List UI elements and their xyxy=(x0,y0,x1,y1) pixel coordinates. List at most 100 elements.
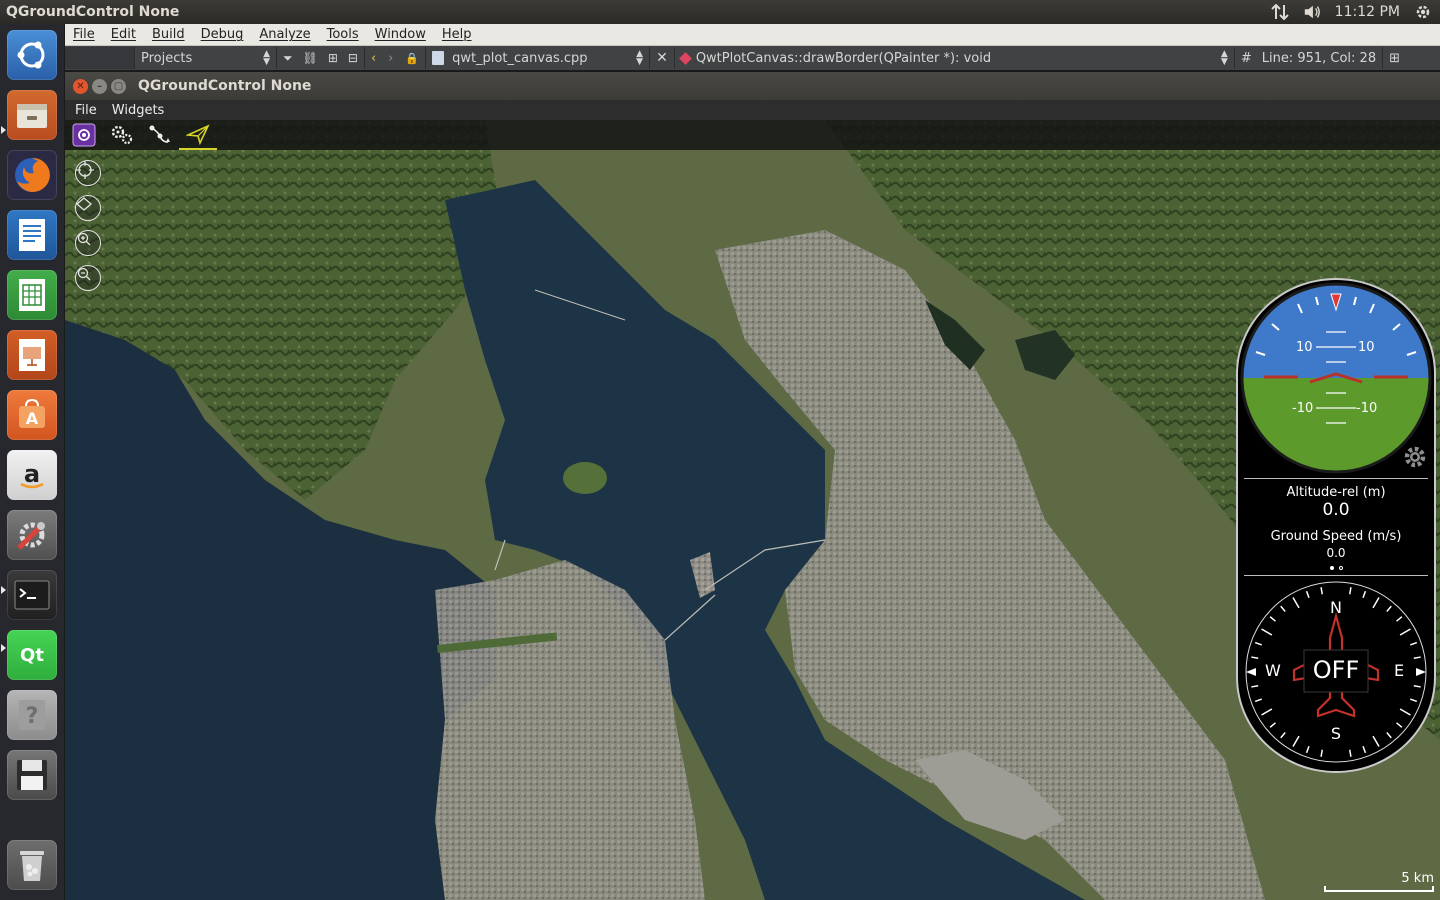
projects-label: Projects xyxy=(141,50,193,66)
lock-icon: 🔒 xyxy=(405,51,420,65)
ubuntu-top-panel: QGroundControl None 11:12 PM xyxy=(0,0,1440,24)
qgc-logo-icon[interactable] xyxy=(65,120,103,150)
current-function: QwtPlotCanvas::drawBorder(QPainter *): v… xyxy=(695,50,992,66)
cpp-file-icon xyxy=(432,51,445,65)
qgc-main-toolbar xyxy=(65,120,1440,150)
pitch-label-down-right: -10 xyxy=(1356,401,1378,416)
function-diamond-icon xyxy=(678,51,692,65)
hash-symbol: # xyxy=(1240,50,1252,66)
function-dropdown[interactable]: QwtPlotCanvas::drawBorder(QPainter *): v… xyxy=(675,47,1235,69)
pitch-label-up-left: 10 xyxy=(1296,340,1313,355)
compass-south: S xyxy=(1330,724,1342,743)
page-dot[interactable] xyxy=(1338,566,1343,570)
compass-north: N xyxy=(1330,598,1342,617)
save-disk-icon[interactable] xyxy=(7,750,57,800)
close-sidebar-icon[interactable]: ⊟ xyxy=(348,51,358,65)
qgc-menu-widgets[interactable]: Widgets xyxy=(102,103,170,118)
qtc-menu-analyze[interactable]: Analyze xyxy=(251,27,318,42)
page-dots[interactable] xyxy=(1238,566,1434,570)
map-scale-bar: 5 km xyxy=(1324,871,1434,892)
center-map-icon[interactable] xyxy=(75,160,101,186)
volume-icon[interactable] xyxy=(1303,3,1321,21)
ubuntu-dash-icon[interactable] xyxy=(7,30,57,80)
qtc-menu-debug[interactable]: Debug xyxy=(193,27,252,42)
amazon-icon[interactable]: a xyxy=(7,450,57,500)
updown-arrows-icon: ▲ ▼ xyxy=(263,49,270,67)
satellite-map[interactable]: 5 km xyxy=(65,120,1440,900)
plan-route-icon[interactable] xyxy=(141,120,179,150)
qtc-menu-tools[interactable]: Tools xyxy=(319,27,367,42)
line-col-label: Line: 951, Col: 28 xyxy=(1261,50,1377,66)
zoom-out-icon[interactable] xyxy=(75,265,101,291)
software-center-icon[interactable]: A xyxy=(7,390,57,440)
qt-creator-icon[interactable]: Qt xyxy=(7,630,57,680)
forward-arrow-icon[interactable]: › xyxy=(388,51,393,66)
map-layers-icon[interactable] xyxy=(75,195,101,221)
help-icon[interactable]: ? xyxy=(7,690,57,740)
impress-icon[interactable] xyxy=(7,330,57,380)
split-icon[interactable]: ⊞ xyxy=(328,51,338,65)
close-window-icon[interactable]: ✕ xyxy=(73,78,88,94)
heading-status: OFF xyxy=(1312,656,1360,684)
split-editor-icon[interactable]: ⊞ xyxy=(1383,47,1406,69)
qtcreator-menubar: File Edit Build Debug Analyze Tools Wind… xyxy=(65,24,1440,46)
open-file-dropdown[interactable]: qwt_plot_canvas.cpp ▲ ▼ xyxy=(426,47,651,69)
fly-send-icon[interactable] xyxy=(179,120,217,150)
svg-text:Qt: Qt xyxy=(20,645,44,666)
qtcreator-editor-toolbar: Projects ▲ ▼ ⏷ ⛓ ⊞ ⊟ ‹ › 🔒 qwt_plot_canva… xyxy=(65,46,1440,70)
map-imagery xyxy=(65,120,1440,900)
pitch-label-up-right: 10 xyxy=(1358,340,1375,355)
system-settings-icon[interactable] xyxy=(7,510,57,560)
files-icon[interactable] xyxy=(7,90,57,140)
qgc-window-title: QGroundControl None xyxy=(138,78,312,94)
divider-top xyxy=(1244,478,1428,479)
page-dot-active[interactable] xyxy=(1329,566,1334,570)
settings-gears-icon[interactable] xyxy=(103,120,141,150)
calc-icon[interactable] xyxy=(7,270,57,320)
qgc-menubar: File Widgets xyxy=(65,100,1440,120)
instrument-settings-icon[interactable] xyxy=(1402,444,1428,474)
qtc-menu-edit[interactable]: Edit xyxy=(103,27,144,42)
scale-label: 5 km xyxy=(1401,871,1434,886)
instrument-panel: 10 10 -10 -10 Altitude-rel (m) 0.0 Groun… xyxy=(1236,278,1436,773)
altitude-label: Altitude-rel (m) xyxy=(1286,485,1386,500)
clock[interactable]: 11:12 PM xyxy=(1335,4,1400,20)
projects-dropdown[interactable]: Projects ▲ ▼ xyxy=(135,47,277,69)
trash-icon[interactable] xyxy=(7,840,57,890)
close-file-icon[interactable]: ✕ xyxy=(650,47,675,69)
filter-icon[interactable]: ⏷ xyxy=(283,51,293,66)
ground-speed-value: 0.0 xyxy=(1326,546,1346,560)
zoom-in-icon[interactable] xyxy=(75,230,101,256)
qgc-menu-file[interactable]: File xyxy=(65,103,102,118)
qtc-menu-file[interactable]: File xyxy=(65,27,103,42)
altitude-value: 0.0 xyxy=(1322,500,1350,520)
nav-arrows: ‹ › 🔒 xyxy=(365,47,427,69)
maximize-window-icon[interactable]: ▢ xyxy=(111,78,126,94)
qtc-menu-build[interactable]: Build xyxy=(144,27,193,42)
file-updown-icon: ▲ ▼ xyxy=(636,49,644,67)
pitch-label-down-left: -10 xyxy=(1292,401,1314,416)
cursor-position[interactable]: # Line: 951, Col: 28 xyxy=(1235,47,1384,69)
svg-text:a: a xyxy=(24,460,40,488)
qtc-mode-spacer xyxy=(65,47,135,69)
terminal-icon[interactable] xyxy=(7,570,57,620)
link-icon[interactable]: ⛓ xyxy=(303,51,318,65)
ground-speed-label: Ground Speed (m/s) xyxy=(1270,529,1402,544)
project-tools: ⏷ ⛓ ⊞ ⊟ xyxy=(277,47,365,69)
network-transfer-icon[interactable] xyxy=(1270,3,1289,21)
svg-text:?: ? xyxy=(26,704,39,729)
firefox-icon[interactable] xyxy=(7,150,57,200)
open-file-name: qwt_plot_canvas.cpp xyxy=(452,50,588,66)
minimize-window-icon[interactable]: – xyxy=(92,78,107,94)
active-window-title: QGroundControl None xyxy=(6,4,180,20)
svg-text:A: A xyxy=(26,409,39,428)
qtc-menu-help[interactable]: Help xyxy=(434,27,480,42)
divider-bottom xyxy=(1244,575,1428,576)
scale-line xyxy=(1324,886,1434,892)
system-gear-icon[interactable] xyxy=(1414,3,1432,21)
qtc-menu-window[interactable]: Window xyxy=(367,27,434,42)
back-arrow-icon[interactable]: ‹ xyxy=(371,51,376,66)
qgroundcontrol-window: ✕ – ▢ QGroundControl None File Widgets 5… xyxy=(65,72,1440,900)
writer-icon[interactable] xyxy=(7,210,57,260)
qgc-titlebar: ✕ – ▢ QGroundControl None xyxy=(65,72,1440,100)
